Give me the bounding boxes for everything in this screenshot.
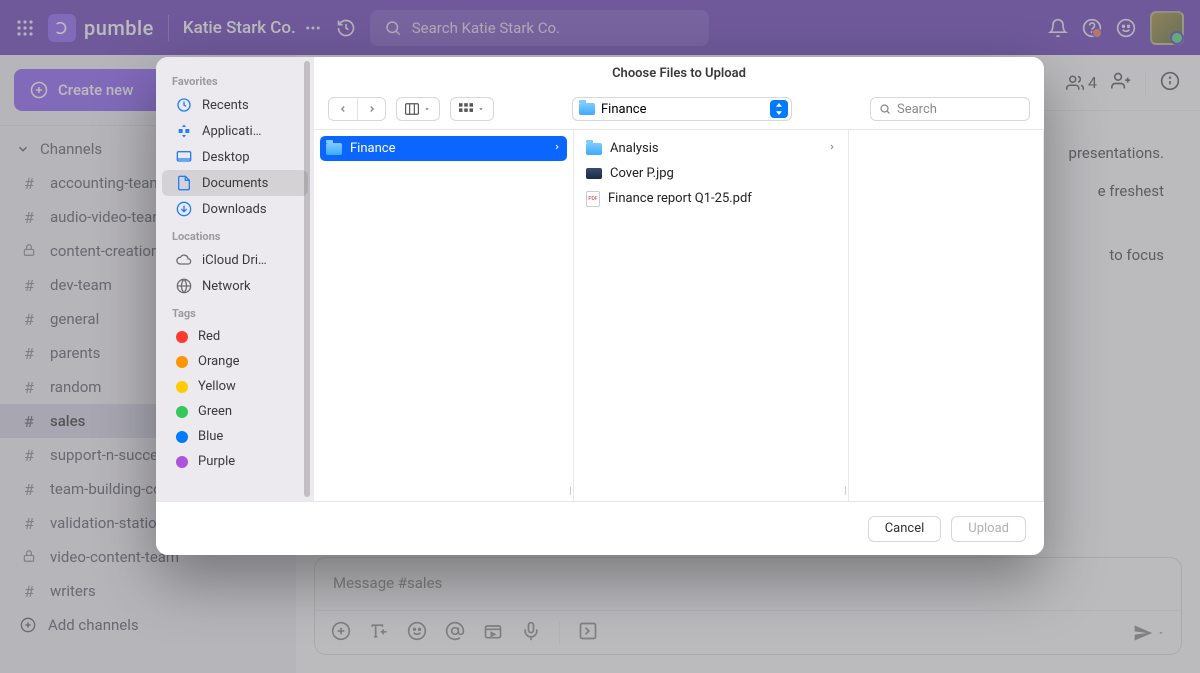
file-picker-sidebar-label: Red — [198, 329, 220, 344]
file-picker-toolbar: Finance Search — [314, 89, 1044, 129]
file-item-label: Cover P.jpg — [610, 166, 674, 181]
file-picker-sidebar-label: iCloud Dri… — [202, 253, 267, 268]
file-picker-sidebar-item[interactable]: Orange — [162, 349, 308, 374]
upload-button[interactable]: Upload — [951, 516, 1026, 542]
file-picker-sidebar-item[interactable]: Yellow — [162, 374, 308, 399]
file-picker-group-title: Favorites — [156, 67, 314, 92]
file-picker-sidebar-label: Documents — [202, 176, 268, 191]
file-picker-sidebar-label: Orange — [198, 354, 240, 369]
current-folder-label: Finance — [601, 102, 646, 117]
back-button[interactable] — [329, 98, 357, 120]
file-picker-sidebar-item[interactable]: Documents — [162, 170, 308, 196]
file-item[interactable]: Analysis — [574, 136, 848, 161]
view-columns-button[interactable] — [396, 97, 440, 121]
file-picker-title: Choose Files to Upload — [314, 57, 1044, 89]
file-picker-dialog: Favorites Recents Applicati… Desktop Documen… — [156, 57, 1044, 555]
file-picker-sidebar-label: Recents — [202, 98, 249, 113]
file-picker-sidebar-item[interactable]: Recents — [162, 92, 308, 118]
file-picker-sidebar-item[interactable]: Red — [162, 324, 308, 349]
file-item[interactable]: Finance — [320, 136, 567, 161]
file-picker-sidebar-item[interactable]: Network — [162, 273, 308, 299]
file-picker-group-title: Locations — [156, 222, 314, 247]
file-picker-columns: Finance|| Analysis Cover P.jpg PDF Finance … — [314, 129, 1044, 501]
forward-button[interactable] — [357, 98, 385, 120]
file-picker-sidebar-item[interactable]: Purple — [162, 449, 308, 474]
file-picker-sidebar-label: Desktop — [202, 150, 250, 165]
file-picker-footer: Cancel Upload — [156, 501, 1044, 555]
file-item[interactable]: Cover P.jpg — [574, 161, 848, 186]
file-picker-sidebar-item[interactable]: iCloud Dri… — [162, 247, 308, 273]
group-by-button[interactable] — [450, 97, 494, 121]
file-picker-sidebar-label: Downloads — [202, 202, 267, 217]
folder-icon — [326, 143, 342, 155]
file-picker-search-input[interactable]: Search — [870, 97, 1030, 121]
file-item-label: Finance report Q1-25.pdf — [608, 191, 752, 206]
file-column-3[interactable] — [849, 130, 1044, 501]
image-file-icon — [586, 168, 602, 179]
pdf-file-icon: PDF — [586, 191, 600, 207]
file-picker-sidebar-item[interactable]: Downloads — [162, 196, 308, 222]
folder-icon — [586, 143, 602, 155]
file-item[interactable]: PDF Finance report Q1-25.pdf — [574, 186, 848, 211]
file-item-label: Finance — [350, 141, 395, 156]
folder-icon — [579, 103, 595, 115]
file-picker-sidebar: Favorites Recents Applicati… Desktop Documen… — [156, 57, 314, 501]
cancel-button[interactable]: Cancel — [868, 516, 942, 542]
file-picker-sidebar-item[interactable]: Applicati… — [162, 118, 308, 144]
file-picker-sidebar-label: Blue — [198, 429, 223, 444]
current-folder-dropdown[interactable]: Finance — [572, 97, 792, 121]
file-picker-sidebar-label: Purple — [198, 454, 235, 469]
file-picker-sidebar-item[interactable]: Green — [162, 399, 308, 424]
chevron-right-icon — [553, 141, 561, 156]
file-column-2[interactable]: Analysis Cover P.jpg PDF Finance report Q1-… — [574, 130, 849, 501]
search-icon — [879, 103, 891, 115]
file-picker-sidebar-label: Applicati… — [202, 124, 261, 139]
file-picker-sidebar-label: Yellow — [198, 379, 236, 394]
file-picker-sidebar-label: Network — [202, 279, 251, 294]
file-picker-group-title: Tags — [156, 299, 314, 324]
file-picker-main: Choose Files to Upload Finance — [314, 57, 1044, 501]
file-item-label: Analysis — [610, 141, 659, 156]
nav-back-forward — [328, 97, 386, 121]
file-picker-sidebar-label: Green — [198, 404, 232, 419]
dropdown-arrows-icon — [770, 100, 788, 118]
file-column-1[interactable]: Finance|| — [314, 130, 574, 501]
file-picker-sidebar-item[interactable]: Desktop — [162, 144, 308, 170]
file-picker-sidebar-item[interactable]: Blue — [162, 424, 308, 449]
file-picker-search-placeholder: Search — [897, 102, 937, 117]
chevron-right-icon — [828, 141, 836, 156]
